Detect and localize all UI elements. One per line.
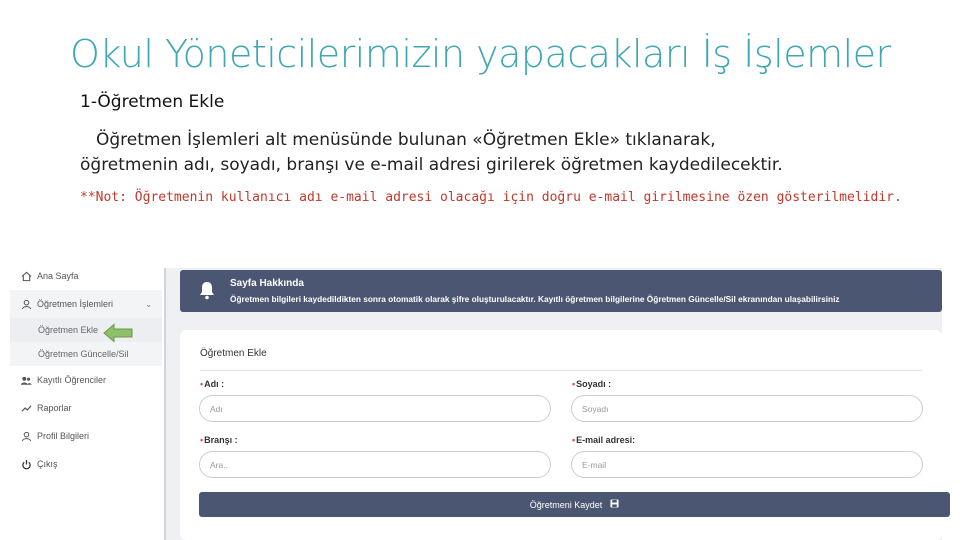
description-text: Öğretmen İşlemleri alt menüsünde bulunan… [80,128,900,178]
form-title: Öğretmen Ekle [200,348,267,359]
description-line-1: Öğretmen İşlemleri alt menüsünde bulunan… [96,130,716,150]
floppy-disk-icon [610,499,619,510]
sidebar-item-label: Profil Bilgileri [37,431,90,441]
sidebar-item-reports[interactable]: Raporlar [10,394,162,422]
sidebar-item-profile[interactable]: Profil Bilgileri [10,422,162,450]
sidebar-item-label: Ana Sayfa [37,271,79,281]
name-input[interactable]: Adı [199,395,551,422]
branch-label: •Branşı : [200,435,238,445]
email-field[interactable]: E-mail [571,451,923,478]
sidebar-item-logout[interactable]: Çıkış [10,450,162,478]
banner-text: Öğretmen bilgileri kaydedildikten sonra … [230,294,840,304]
pointer-arrow-icon [103,323,133,343]
home-icon [20,270,32,282]
surname-label: •Soyadı : [572,379,612,389]
sidebar-subitem-label: Öğretmen Ekle [38,325,99,335]
sidebar-item-teacher-operations[interactable]: Öğretmen İşlemleri ⌄ [10,290,162,318]
sidebar-item-label: Raporlar [37,403,72,413]
email-label: •E-mail adresi: [572,435,636,445]
sidebar-item-label: Kayıtlı Öğrenciler [37,375,107,385]
description-line-2: öğretmenin adı, soyadı, branşı ve e-mail… [80,155,783,175]
divider [200,370,922,371]
add-teacher-form: Öğretmen Ekle •Adı : Adı •Soyadı : Soyad… [180,330,950,540]
sidebar-subitem-label: Öğretmen Güncelle/Sil [38,349,129,359]
name-label: •Adı : [200,379,225,389]
sidebar-subitem-add-teacher[interactable]: Öğretmen Ekle [10,318,162,342]
users-icon [20,374,32,386]
surname-input[interactable]: Soyadı [571,395,923,422]
note-text: **Not: Öğretmenin kullanıcı adı e-mail a… [80,190,902,205]
slide-title: Okul Yöneticilerimizin yapacakları İş İş… [70,32,891,76]
user-icon [20,298,32,310]
sidebar-item-home[interactable]: Ana Sayfa [10,262,162,290]
banner-title: Sayfa Hakkında [230,278,304,289]
sidebar-item-label: Öğretmen İşlemleri [37,299,114,309]
chevron-down-icon: ⌄ [145,299,152,309]
chart-line-icon [20,402,32,414]
power-icon [20,458,32,470]
profile-icon [20,430,32,442]
sidebar: Ana Sayfa Öğretmen İşlemleri ⌄ Öğretmen … [10,262,162,492]
sidebar-item-label: Çıkış [37,459,58,469]
sidebar-subitem-update-delete-teacher[interactable]: Öğretmen Güncelle/Sil [10,342,162,366]
save-teacher-button[interactable]: Öğretmeni Kaydet [199,492,950,517]
page-info-banner: Sayfa Hakkında Öğretmen bilgileri kayded… [180,270,942,312]
section-heading: 1-Öğretmen Ekle [80,92,225,112]
branch-select[interactable]: Ara.. [199,451,551,478]
bell-icon [198,280,216,305]
sidebar-item-registered-students[interactable]: Kayıtlı Öğrenciler [10,366,162,394]
